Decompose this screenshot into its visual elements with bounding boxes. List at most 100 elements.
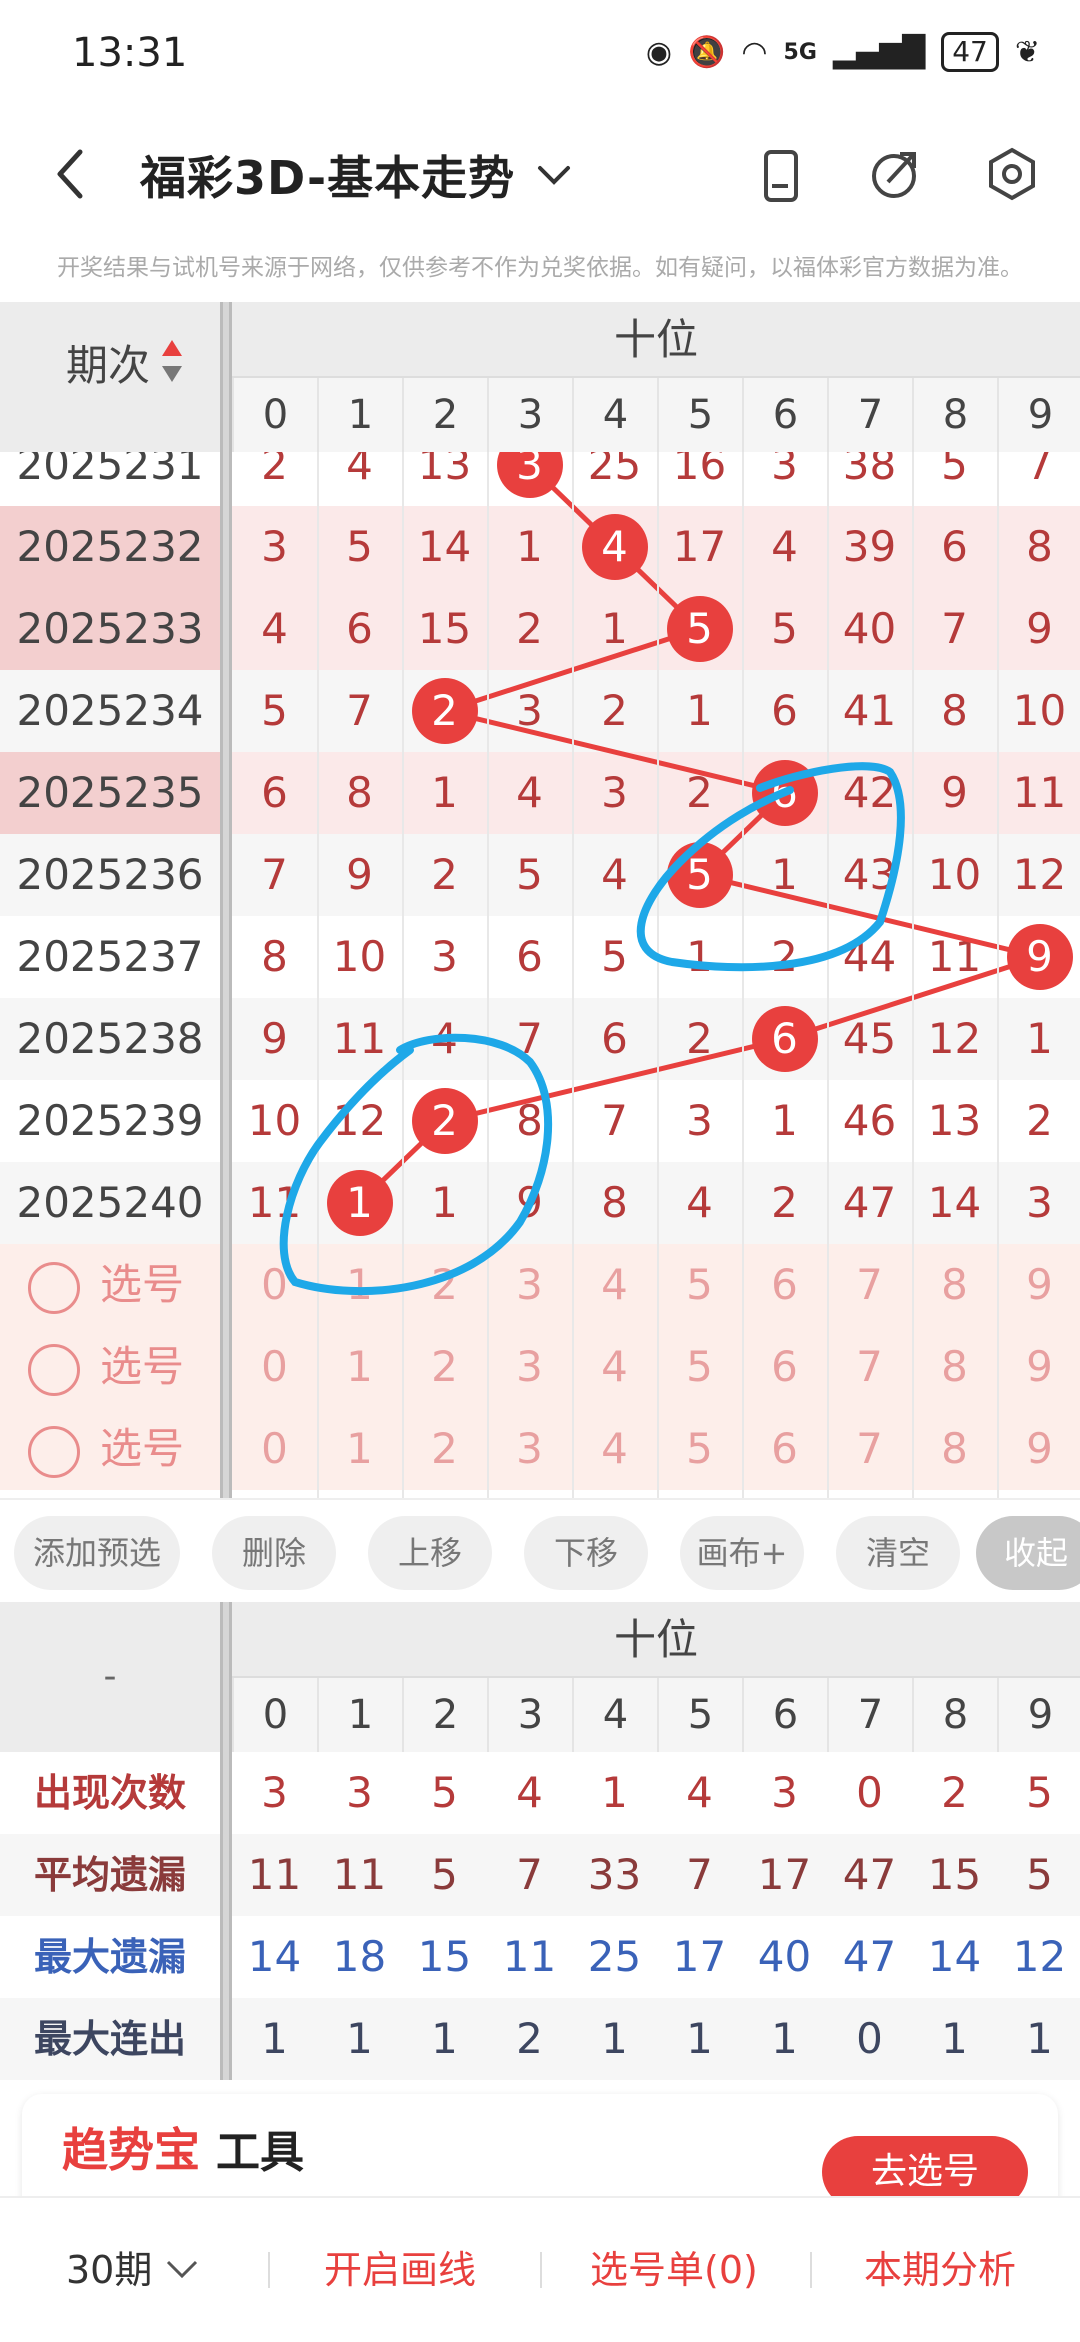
sort-icon[interactable]	[160, 336, 184, 386]
stats-value: 1	[686, 2014, 713, 2063]
stats-value: 1	[431, 2014, 458, 2063]
digit-header-9: 9	[997, 378, 1080, 452]
stats-column-divider	[220, 1602, 232, 2080]
digit-header-1: 1	[317, 378, 402, 452]
stats-value: 7	[516, 1850, 543, 1899]
page-title[interactable]: 福彩3D-基本走势	[140, 142, 515, 208]
stats-value: 0	[856, 2014, 883, 2063]
status-bar: 13:31 ◉ 🔕 ◠ 5G ▂▄▆█ 47 ❦	[0, 0, 1080, 120]
period-header: 期次	[0, 302, 220, 452]
digit-header-3: 3	[487, 378, 572, 452]
stats-row: 最大连出 1 1 1 2 1 1 1 0 1 1	[0, 1998, 1080, 2080]
stats-value: 1	[1026, 2014, 1053, 2063]
stats-value: 1	[346, 2014, 373, 2063]
stats-value: 11	[502, 1932, 557, 1981]
wifi-icon: ◠	[741, 34, 768, 70]
stats-value: 2	[941, 1768, 968, 1817]
signal-icon: ▂▄▆█	[832, 34, 926, 70]
move-up-button[interactable]: 上移	[368, 1516, 492, 1590]
stats-value: 40	[757, 1932, 812, 1981]
digit-header-4: 4	[572, 1678, 657, 1752]
stats-row-label: 最大连出	[33, 2017, 186, 2061]
digit-header-0: 0	[232, 1678, 317, 1752]
stats-row: 最大遗漏 14 18 15 11 25 17 40 47 14 12	[0, 1916, 1080, 1998]
share-icon[interactable]	[868, 146, 924, 202]
back-icon[interactable]	[50, 144, 90, 204]
position-header-label: 十位	[613, 315, 698, 364]
divider	[268, 2252, 270, 2288]
digit-header-7: 7	[827, 1678, 912, 1752]
stats-row-label: 平均遗漏	[33, 1853, 186, 1897]
hand-drawn-annotations	[279, 762, 905, 1296]
stats-value: 1	[771, 2014, 798, 2063]
stats-value: 0	[856, 1768, 883, 1817]
stats-value: 47	[842, 1850, 897, 1899]
stats-value: 12	[1012, 1932, 1067, 1981]
draw-line-button[interactable]: 开启画线	[324, 2198, 476, 2342]
chevron-down-icon[interactable]	[536, 160, 572, 190]
stats-table: - 十位 0123456789 出现次数 3 3 5 4 1 4 3 0 2 5 平均遗漏 11 11 5 7…	[0, 1602, 1080, 2080]
period-selector[interactable]: 30期	[66, 2198, 152, 2342]
digit-header-2: 2	[402, 378, 487, 452]
collapse-button[interactable]: 收起	[976, 1516, 1080, 1590]
chevron-down-icon[interactable]	[164, 2258, 200, 2282]
stats-value: 17	[672, 1932, 727, 1981]
stats-value: 18	[332, 1932, 387, 1981]
app-header: 福彩3D-基本走势	[0, 120, 1080, 240]
add-preselect-button[interactable]: 添加预选	[14, 1516, 180, 1590]
stats-corner: -	[0, 1602, 220, 1752]
digit-header-8: 8	[912, 1678, 997, 1752]
digit-header-8: 8	[912, 378, 997, 452]
stats-value: 5	[431, 1768, 458, 1817]
settings-icon[interactable]	[982, 144, 1042, 204]
clock: 13:31	[72, 30, 188, 76]
divider	[810, 2252, 812, 2288]
mute-bell-icon: 🔕	[688, 34, 726, 70]
stats-value: 4	[516, 1768, 543, 1817]
stats-row: 平均遗漏 11 11 5 7 33 7 17 47 15 5	[0, 1834, 1080, 1916]
delete-button[interactable]: 删除	[212, 1516, 336, 1590]
digit-header-7: 7	[827, 378, 912, 452]
stats-value: 14	[927, 1932, 982, 1981]
position-header: 十位	[232, 302, 1080, 378]
stats-value: 15	[927, 1850, 982, 1899]
stats-value: 1	[601, 1768, 628, 1817]
stats-row-label: 最大遗漏	[33, 1935, 186, 1979]
stats-row: 出现次数 3 3 5 4 1 4 3 0 2 5	[0, 1752, 1080, 1834]
move-down-button[interactable]: 下移	[524, 1516, 648, 1590]
stats-value: 3	[346, 1768, 373, 1817]
analysis-button[interactable]: 本期分析	[864, 2198, 1016, 2342]
digit-header-row: 0123456789	[232, 378, 1080, 452]
eye-icon: ◉	[645, 34, 672, 70]
stats-digit-header: 0123456789	[232, 1678, 1080, 1752]
digit-header-9: 9	[997, 1678, 1080, 1752]
stats-value: 14	[247, 1932, 302, 1981]
leaf-icon: ❦	[1014, 34, 1040, 70]
stats-value: 17	[757, 1850, 812, 1899]
stats-value: 47	[842, 1932, 897, 1981]
digit-header-2: 2	[402, 1678, 487, 1752]
stats-value: 1	[941, 2014, 968, 2063]
stats-value: 3	[261, 1768, 288, 1817]
clear-button[interactable]: 清空	[836, 1516, 960, 1590]
pick-list-button[interactable]: 选号单(0)	[590, 2198, 758, 2342]
disclaimer-text: 开奖结果与试机号来源于网络，仅供参考不作为兑奖依据。如有疑问，以福体彩官方数据为…	[57, 255, 1023, 281]
device-icon[interactable]	[758, 146, 808, 206]
digit-header-0: 0	[232, 378, 317, 452]
digit-header-6: 6	[742, 1678, 827, 1752]
stats-value: 1	[601, 2014, 628, 2063]
stats-value: 15	[417, 1932, 472, 1981]
stats-value: 4	[686, 1768, 713, 1817]
stats-value: 5	[431, 1850, 458, 1899]
promo-word: 工具	[216, 2127, 304, 2178]
stats-position-header: 十位	[232, 1602, 1080, 1678]
battery-icon: 47	[941, 32, 999, 72]
stats-value: 1	[261, 2014, 288, 2063]
status-icons: ◉ 🔕 ◠ 5G ▂▄▆█ 47 ❦	[646, 32, 1040, 72]
promo-brand: 趋势宝	[62, 2123, 200, 2177]
stats-value: 25	[587, 1932, 642, 1981]
digit-header-4: 4	[572, 378, 657, 452]
digit-header-5: 5	[657, 378, 742, 452]
canvas-button[interactable]: 画布+	[680, 1516, 804, 1590]
digit-header-5: 5	[657, 1678, 742, 1752]
